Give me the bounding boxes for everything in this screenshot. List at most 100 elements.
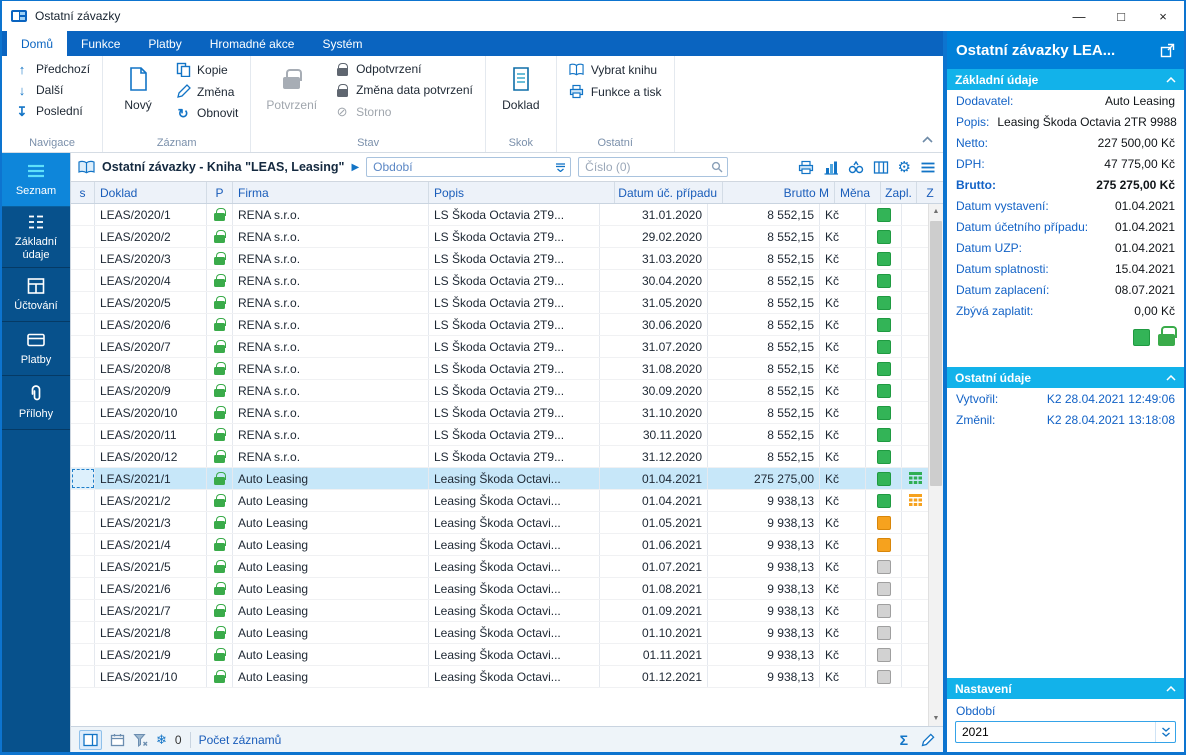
row-selector-cell[interactable]	[71, 270, 95, 291]
search-icon[interactable]	[707, 161, 727, 173]
table-row[interactable]: LEAS/2020/8 RENA s.r.o. LS Škoda Octavia…	[71, 358, 928, 380]
table-row[interactable]: LEAS/2021/4 Auto Leasing Leasing Škoda O…	[71, 534, 928, 556]
expander-icon[interactable]: ▶	[351, 162, 359, 173]
column-header-datum[interactable]: Datum úč. případu	[615, 182, 723, 203]
row-selector-cell[interactable]	[71, 600, 95, 621]
table-row[interactable]: LEAS/2020/10 RENA s.r.o. LS Škoda Octavi…	[71, 402, 928, 424]
table-row[interactable]: LEAS/2021/6 Auto Leasing Leasing Škoda O…	[71, 578, 928, 600]
row-selector-cell[interactable]	[71, 468, 95, 489]
predchozi-button[interactable]: ↑ Předchozí	[9, 60, 95, 78]
sidebar-item-platby[interactable]: Platby	[2, 322, 70, 377]
row-selector-cell[interactable]	[71, 424, 95, 445]
novy-button[interactable]: Nový	[110, 60, 166, 114]
table-row[interactable]: LEAS/2020/5 RENA s.r.o. LS Škoda Octavia…	[71, 292, 928, 314]
sidebar-item-seznam[interactable]: Seznam	[2, 153, 70, 207]
storno-button[interactable]: ⊘ Storno	[329, 102, 478, 122]
table-row[interactable]: LEAS/2020/1 RENA s.r.o. LS Škoda Octavia…	[71, 204, 928, 226]
binoculars-icon[interactable]	[848, 160, 864, 175]
row-selector-cell[interactable]	[71, 204, 95, 225]
column-header-firma[interactable]: Firma	[233, 182, 429, 203]
sidebar-item-zakladni-udaje[interactable]: Základní údaje	[2, 207, 70, 269]
tab-funkce[interactable]: Funkce	[67, 31, 134, 56]
table-row[interactable]: LEAS/2021/7 Auto Leasing Leasing Škoda O…	[71, 600, 928, 622]
section-header-nastaveni[interactable]: Nastavení	[947, 678, 1184, 699]
column-header-mena[interactable]: Měna	[835, 182, 881, 203]
table-row[interactable]: LEAS/2020/6 RENA s.r.o. LS Škoda Octavia…	[71, 314, 928, 336]
table-row[interactable]: LEAS/2021/9 Auto Leasing Leasing Škoda O…	[71, 644, 928, 666]
table-row[interactable]: LEAS/2020/12 RENA s.r.o. LS Škoda Octavi…	[71, 446, 928, 468]
column-header-s[interactable]: s	[71, 182, 95, 203]
gear-icon[interactable]: ⚙	[898, 160, 911, 175]
row-selector-cell[interactable]	[71, 446, 95, 467]
funkce-a-tisk-button[interactable]: Funkce a tisk	[564, 82, 667, 101]
detail-pane-toggle-icon[interactable]	[79, 729, 102, 750]
cislo-filter-input[interactable]	[579, 160, 708, 174]
row-selector-cell[interactable]	[71, 512, 95, 533]
row-selector-cell[interactable]	[71, 578, 95, 599]
column-header-doklad[interactable]: Doklad	[95, 182, 207, 203]
posledni-button[interactable]: ↧ Poslední	[9, 102, 95, 120]
potvrzeni-button[interactable]: Potvrzení	[258, 60, 325, 114]
column-header-zapl[interactable]: Zapl.	[881, 182, 917, 203]
scrollbar-track[interactable]	[929, 219, 943, 711]
table-row[interactable]: LEAS/2021/10 Auto Leasing Leasing Škoda …	[71, 666, 928, 688]
zmena-data-potvrzeni-button[interactable]: Změna data potvrzení	[329, 81, 478, 99]
tab-hromadne-akce[interactable]: Hromadné akce	[196, 31, 309, 56]
scroll-up-icon[interactable]: ▲	[929, 204, 943, 219]
row-selector-cell[interactable]	[71, 292, 95, 313]
row-selector-cell[interactable]	[71, 534, 95, 555]
columns-icon[interactable]	[873, 160, 889, 175]
calendar-icon[interactable]	[110, 733, 125, 747]
table-row[interactable]: LEAS/2020/3 RENA s.r.o. LS Škoda Octavia…	[71, 248, 928, 270]
table-row[interactable]: LEAS/2020/4 RENA s.r.o. LS Škoda Octavia…	[71, 270, 928, 292]
column-header-brutto[interactable]: Brutto M	[723, 182, 835, 203]
edit-pencil-icon[interactable]	[920, 732, 935, 747]
vertical-scrollbar[interactable]: ▲ ▼	[928, 204, 943, 726]
tab-system[interactable]: Systém	[308, 31, 376, 56]
dropdown-icon[interactable]	[550, 162, 570, 172]
row-selector-cell[interactable]	[71, 556, 95, 577]
row-selector-cell[interactable]	[71, 622, 95, 643]
table-row[interactable]: LEAS/2020/2 RENA s.r.o. LS Škoda Octavia…	[71, 226, 928, 248]
table-row[interactable]: LEAS/2020/7 RENA s.r.o. LS Škoda Octavia…	[71, 336, 928, 358]
chart-icon[interactable]	[823, 160, 839, 175]
table-row[interactable]: LEAS/2021/2 Auto Leasing Leasing Škoda O…	[71, 490, 928, 512]
row-selector-cell[interactable]	[71, 402, 95, 423]
row-selector-cell[interactable]	[71, 314, 95, 335]
obdobi-select-input[interactable]	[956, 725, 1155, 739]
row-selector-cell[interactable]	[71, 226, 95, 247]
close-button[interactable]: ×	[1142, 1, 1184, 31]
tab-domu[interactable]: Domů	[7, 31, 68, 56]
row-selector-cell[interactable]	[71, 490, 95, 511]
open-in-window-icon[interactable]	[1160, 43, 1175, 58]
row-selector-cell[interactable]	[71, 248, 95, 269]
column-header-p[interactable]: P	[207, 182, 233, 203]
table-row[interactable]: LEAS/2021/1 Auto Leasing Leasing Škoda O…	[71, 468, 928, 490]
row-selector-cell[interactable]	[71, 666, 95, 687]
section-header-zakladni-udaje[interactable]: Základní údaje	[947, 69, 1184, 90]
table-row[interactable]: LEAS/2021/8 Auto Leasing Leasing Škoda O…	[71, 622, 928, 644]
vybrat-knihu-button[interactable]: Vybrat knihu	[564, 60, 667, 79]
sum-icon[interactable]: Σ	[900, 732, 908, 748]
tab-platby[interactable]: Platby	[134, 31, 195, 56]
minimize-button[interactable]: —	[1058, 1, 1100, 31]
table-row[interactable]: LEAS/2020/9 RENA s.r.o. LS Škoda Octavia…	[71, 380, 928, 402]
row-selector-cell[interactable]	[71, 358, 95, 379]
obnovit-button[interactable]: ↻ Obnovit	[170, 104, 243, 122]
column-header-popis[interactable]: Popis	[429, 182, 615, 203]
maximize-button[interactable]: □	[1100, 1, 1142, 31]
menu-icon[interactable]	[920, 160, 936, 175]
obdobi-filter-input[interactable]	[367, 160, 551, 174]
snowflake-icon[interactable]: ❄	[156, 732, 167, 748]
table-row[interactable]: LEAS/2021/3 Auto Leasing Leasing Škoda O…	[71, 512, 928, 534]
sidebar-item-uctovani[interactable]: Účtování	[2, 268, 70, 323]
print-icon[interactable]	[798, 160, 814, 175]
column-header-z[interactable]: Z	[917, 182, 943, 203]
dalsi-button[interactable]: ↓ Další	[9, 81, 95, 99]
filter-icon[interactable]	[133, 733, 148, 747]
table-row[interactable]: LEAS/2021/5 Auto Leasing Leasing Škoda O…	[71, 556, 928, 578]
table-row[interactable]: LEAS/2020/11 RENA s.r.o. LS Škoda Octavi…	[71, 424, 928, 446]
scroll-down-icon[interactable]: ▼	[929, 711, 943, 726]
kopie-button[interactable]: Kopie	[170, 60, 243, 79]
obdobi-dropdown-icon[interactable]	[1155, 722, 1175, 742]
